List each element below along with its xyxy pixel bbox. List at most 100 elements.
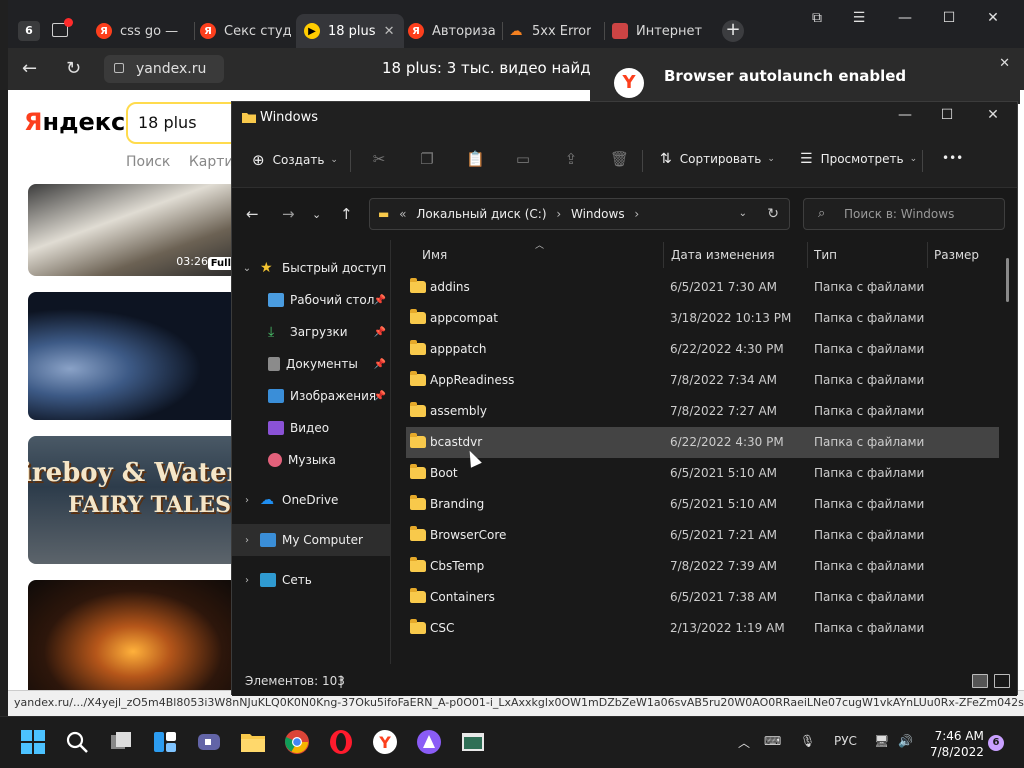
more-options-button[interactable]: ••• <box>942 151 963 165</box>
column-date[interactable]: Дата изменения <box>671 248 775 262</box>
tab-avtoriza[interactable]: Я Авториза <box>408 14 500 48</box>
minimize-icon[interactable]: — <box>894 10 916 30</box>
sidebar-item-downloads[interactable]: ⤓ Загрузки 📌 <box>232 316 390 348</box>
video-thumbnail[interactable]: 03:26 Full <box>28 184 238 276</box>
chevron-down-icon[interactable]: ⌄ <box>739 199 747 229</box>
terminal-icon[interactable] <box>460 729 486 755</box>
tab-css-go[interactable]: Я css go — <box>96 14 194 48</box>
sidebar-item-documents[interactable]: Документы 📌 <box>232 348 390 380</box>
start-icon[interactable] <box>20 729 46 755</box>
column-name[interactable]: Имя <box>422 248 447 262</box>
sidebar-item-network[interactable]: › Сеть <box>232 564 390 596</box>
sidebar-item-pictures[interactable]: Изображения 📌 <box>232 380 390 412</box>
sidebar-item-videos[interactable]: Видео <box>232 412 390 444</box>
column-size[interactable]: Размер <box>934 248 979 262</box>
breadcrumb-folder[interactable]: Windows <box>571 207 625 221</box>
clock[interactable]: 7:46 AM 7/8/2022 <box>930 728 984 760</box>
notification-badge[interactable]: 6 <box>988 735 1004 751</box>
yandex-browser-icon[interactable]: Y <box>372 729 398 755</box>
recent-locations-icon[interactable]: ⌄ <box>312 208 321 221</box>
delete-icon[interactable]: 🗑 <box>610 150 629 168</box>
create-button[interactable]: ⊕ Создать ⌄ <box>252 151 338 169</box>
maximize-icon[interactable]: ☐ <box>938 10 960 30</box>
file-row[interactable]: appcompat 3/18/2022 10:13 PM Папка с файла… <box>406 303 999 334</box>
rename-icon[interactable]: ▭ <box>514 150 532 168</box>
menu-icon[interactable]: ☰ <box>848 10 870 30</box>
cut-icon[interactable]: ✂ <box>370 150 388 168</box>
close-window-icon[interactable]: ✕ <box>978 107 1008 129</box>
close-window-icon[interactable]: ✕ <box>982 10 1004 30</box>
file-row[interactable]: Containers 6/5/2021 7:38 AM Папка с файлам… <box>406 582 999 613</box>
network-icon[interactable]: 🖥 <box>874 734 889 748</box>
reload-icon[interactable]: ↻ <box>66 58 81 79</box>
close-tab-icon[interactable]: ✕ <box>384 24 395 39</box>
refresh-icon[interactable]: ↻ <box>767 199 779 229</box>
sort-button[interactable]: ⇅ Сортировать ⌄ <box>660 151 775 167</box>
widgets-icon[interactable] <box>152 729 178 755</box>
column-type[interactable]: Тип <box>814 248 837 262</box>
search-icon[interactable] <box>64 729 90 755</box>
details-view-icon[interactable] <box>972 674 988 688</box>
opera-icon[interactable] <box>328 729 354 755</box>
file-row[interactable]: addins 6/5/2021 7:30 AM Папка с файлами <box>406 272 999 303</box>
sidebar-item-my-computer[interactable]: › My Computer <box>232 524 390 556</box>
tab-internet[interactable]: Интернет <box>612 14 708 48</box>
file-row[interactable]: CbsTemp 7/8/2022 7:39 AM Папка с файлами <box>406 551 999 582</box>
copy-icon[interactable]: ❐ <box>418 150 436 168</box>
forward-icon[interactable]: → <box>282 205 295 223</box>
meet-icon[interactable] <box>196 729 222 755</box>
sidebar-item-desktop[interactable]: Рабочий стол 📌 <box>232 284 390 316</box>
video-thumbnail[interactable] <box>28 292 238 420</box>
share-icon[interactable]: ⇪ <box>562 150 580 168</box>
tab-seks-stud[interactable]: Я Секс студ <box>200 14 296 48</box>
sidebar-item-onedrive[interactable]: › ☁ OneDrive <box>232 484 390 516</box>
scrollbar[interactable] <box>1006 258 1009 302</box>
language-indicator[interactable]: РУС <box>834 734 857 748</box>
up-icon[interactable]: ↑ <box>340 205 353 223</box>
keyboard-icon[interactable]: ⌨ <box>764 734 781 748</box>
file-explorer-icon[interactable] <box>240 729 266 755</box>
file-row[interactable]: Branding 6/5/2021 5:10 AM Папка с файлами <box>406 489 999 520</box>
paste-icon[interactable]: 📋 <box>466 150 485 168</box>
video-thumbnail[interactable] <box>28 580 238 690</box>
breadcrumb-overflow[interactable]: « <box>399 207 406 221</box>
maximize-icon[interactable]: ☐ <box>932 107 962 129</box>
tab-count-button[interactable]: 6 <box>18 21 40 41</box>
volume-icon[interactable]: 🔊 <box>898 734 913 748</box>
file-row[interactable]: Boot 6/5/2021 5:10 AM Папка с файлами <box>406 458 999 489</box>
breadcrumb[interactable]: ▬ « Локальный диск (C:) › Windows › ⌄ ↻ <box>369 198 790 230</box>
file-row[interactable]: assembly 7/8/2022 7:27 AM Папка с файлами <box>406 396 999 427</box>
search-input[interactable]: ⌕ Поиск в: Windows <box>803 198 1005 230</box>
url-field[interactable]: yandex.ru <box>104 55 224 83</box>
breadcrumb-drive[interactable]: Локальный диск (C:) <box>416 207 546 221</box>
pin-icon: 📌 <box>373 294 386 306</box>
back-icon[interactable]: ← <box>22 58 37 79</box>
chrome-icon[interactable] <box>284 729 310 755</box>
file-row[interactable]: BrowserCore 6/5/2021 7:21 AM Папка с файла… <box>406 520 999 551</box>
explorer-title-bar[interactable]: Windows — ☐ ✕ <box>232 102 1017 134</box>
task-view-icon[interactable] <box>108 729 134 755</box>
tiles-view-icon[interactable] <box>994 674 1010 688</box>
view-button[interactable]: ☰ Просмотреть ⌄ <box>800 151 917 167</box>
video-thumbnail[interactable]: ireboy & Waterg FAIRY TALES <box>28 436 238 564</box>
tab-18-plus[interactable]: ▶ 18 plus ✕ <box>296 14 404 48</box>
file-row[interactable]: bcastdvr 6/22/2022 4:30 PM Папка с файлами <box>406 427 999 458</box>
file-row[interactable]: CSC 2/13/2022 1:19 AM Папка с файлами <box>406 613 999 644</box>
sidebar-item-quick-access[interactable]: ⌄ ★ Быстрый доступ <box>232 252 390 284</box>
tab-search[interactable]: Поиск <box>126 154 170 170</box>
back-icon[interactable]: ← <box>246 205 259 223</box>
microphone-icon[interactable]: 🎙 <box>800 734 815 748</box>
file-row[interactable]: AppReadiness 7/8/2022 7:34 AM Папка с файл… <box>406 365 999 396</box>
close-icon[interactable]: ✕ <box>999 56 1010 71</box>
new-tab-button[interactable]: + <box>722 20 744 42</box>
alice-icon[interactable] <box>416 729 442 755</box>
tabs-panel-icon[interactable] <box>52 18 74 39</box>
yandex-logo[interactable]: Яндекс <box>24 108 125 136</box>
browser-notification[interactable]: Y Browser autolaunch enabled ✕ <box>590 50 1020 104</box>
bookmarks-icon[interactable]: ⧉ <box>806 10 828 30</box>
file-row[interactable]: apppatch 6/22/2022 4:30 PM Папка с файлами <box>406 334 999 365</box>
sidebar-item-music[interactable]: Музыка <box>232 444 390 476</box>
minimize-icon[interactable]: — <box>890 107 920 129</box>
tab-5xx-error[interactable]: ☁ 5xx Error <box>508 14 600 48</box>
chevron-up-icon[interactable]: ︿ <box>738 734 750 751</box>
